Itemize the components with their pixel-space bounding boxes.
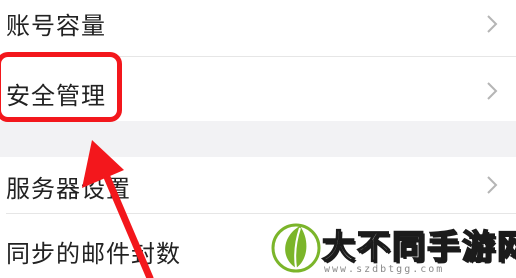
leaf-logo-icon bbox=[271, 223, 321, 273]
watermark-url: www.szdbtgg.com bbox=[324, 264, 445, 275]
watermark-logo: 大不同手游网 www.szdbtgg.com bbox=[270, 214, 516, 278]
watermark-brand: 大不同手游网 bbox=[321, 226, 516, 267]
